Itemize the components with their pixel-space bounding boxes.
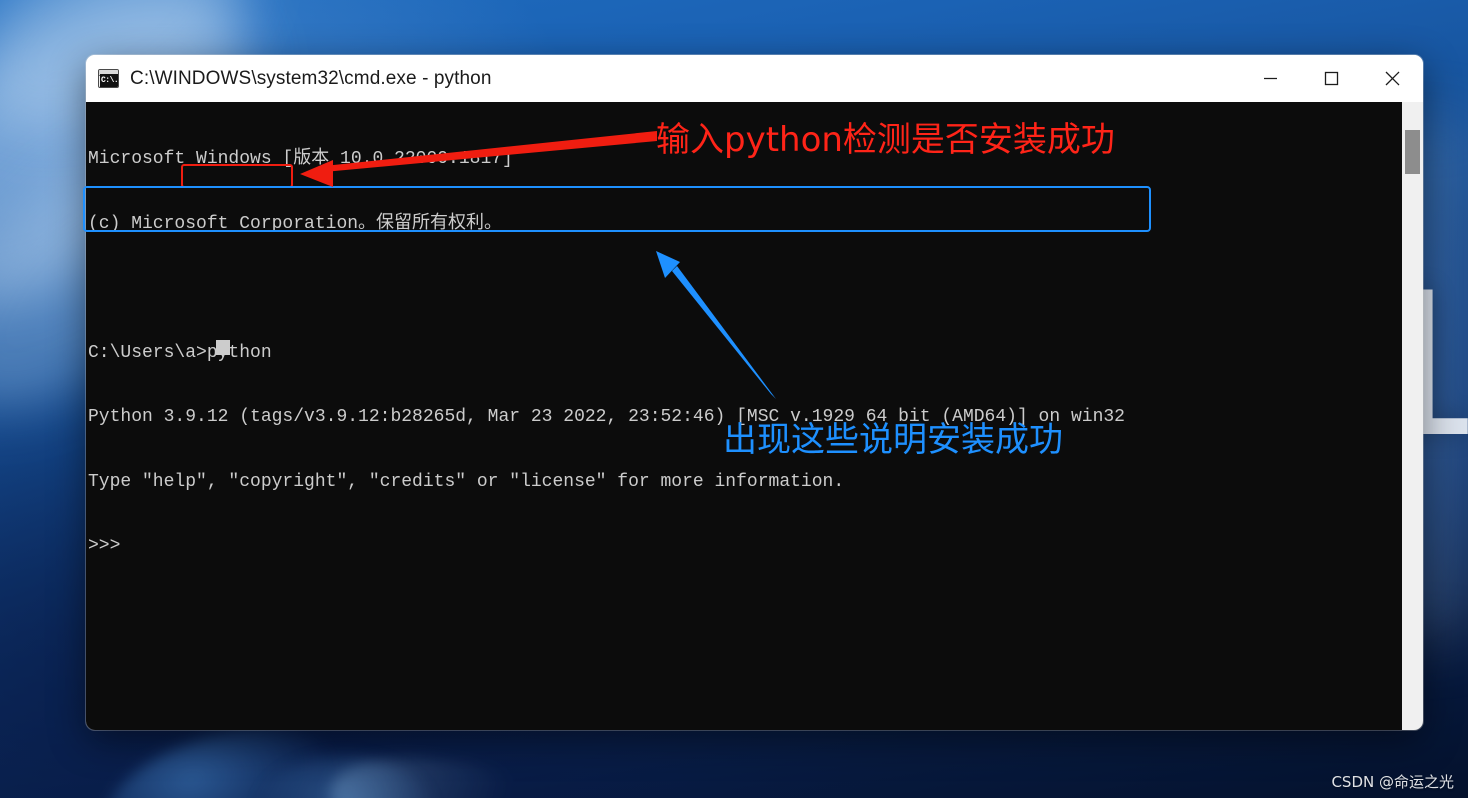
console-line-version: Python 3.9.12 (tags/v3.9.12:b28265d, Mar…	[88, 407, 1125, 427]
console-line: Microsoft Windows [版本 10.0.22000.1817]	[88, 149, 513, 169]
console-line: (c) Microsoft Corporation。保留所有权利。	[88, 213, 503, 234]
vertical-scrollbar[interactable]	[1402, 102, 1423, 730]
terminal-output-area[interactable]: Microsoft Windows [版本 10.0.22000.1817] (…	[86, 102, 1423, 730]
console-line-prompt: >>>	[88, 536, 121, 556]
minimize-button[interactable]	[1240, 55, 1301, 102]
desktop: 11 C:\WINDOWS\system32\cmd.exe - python	[0, 0, 1468, 798]
cmd-window[interactable]: C:\WINDOWS\system32\cmd.exe - python	[86, 55, 1423, 730]
cmd-icon	[98, 69, 119, 88]
maximize-button[interactable]	[1301, 55, 1362, 102]
wallpaper-petal-shape	[325, 749, 545, 798]
console-line-help: Type "help", "copyright", "credits" or "…	[88, 471, 845, 492]
window-controls	[1240, 55, 1423, 102]
scrollbar-thumb[interactable]	[1405, 130, 1420, 174]
text-cursor	[216, 340, 230, 355]
console-text: Microsoft Windows [版本 10.0.22000.1817] (…	[86, 102, 1125, 601]
console-line-command: C:\Users\a>python	[88, 342, 272, 363]
close-button[interactable]	[1362, 55, 1423, 102]
wallpaper-petal-shape	[255, 755, 435, 798]
watermark: CSDN @命运之光	[1331, 773, 1454, 791]
window-titlebar[interactable]: C:\WINDOWS\system32\cmd.exe - python	[86, 55, 1423, 102]
window-title: C:\WINDOWS\system32\cmd.exe - python	[130, 67, 492, 89]
